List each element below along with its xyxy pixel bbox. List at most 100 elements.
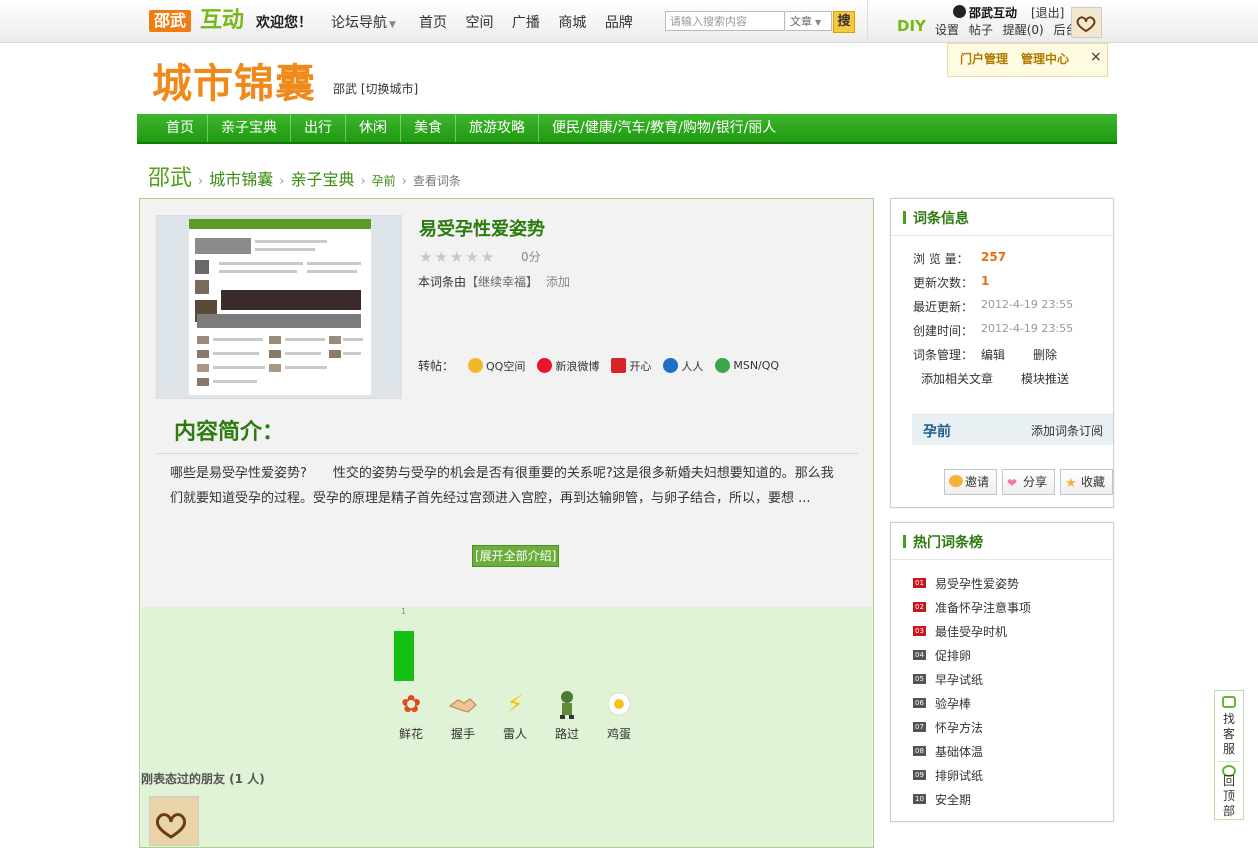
section-marker: [903, 535, 906, 548]
list-item[interactable]: 07 怀孕方法: [913, 715, 1031, 739]
chevron-down-icon: ▼: [389, 20, 396, 30]
edit-link[interactable]: 编辑: [981, 346, 1005, 363]
module-push-link[interactable]: 模块推送: [1021, 370, 1069, 387]
list-item[interactable]: 03 最佳受孕时机: [913, 619, 1031, 643]
entry-thumbnail[interactable]: [156, 215, 402, 399]
mood-flower[interactable]: ✿ 鲜花: [385, 689, 437, 742]
heart-icon: ❤: [1007, 476, 1018, 490]
share-qzone[interactable]: QQ空间: [468, 358, 525, 374]
reminders-link[interactable]: 提醒(0): [1003, 23, 1044, 37]
service-icon: [1222, 696, 1236, 708]
views-row: 浏 览 量： 257: [913, 250, 1007, 266]
mood-egg[interactable]: 鸡蛋: [593, 689, 645, 742]
diy-button[interactable]: DIY: [897, 17, 926, 35]
mood-shocking[interactable]: ⚡ 雷人: [489, 689, 541, 742]
list-item[interactable]: 10 安全期: [913, 787, 1031, 811]
posts-link[interactable]: 帖子: [969, 23, 993, 37]
username-link[interactable]: 邵武互动: [969, 4, 1017, 21]
mood-list: ✿ 鲜花 握手 ⚡ 雷人 路过 鸡蛋: [385, 689, 645, 742]
invite-button[interactable]: 邀请: [944, 469, 997, 495]
rating-stars[interactable]: ★★★★★: [419, 248, 496, 266]
back-to-top-button[interactable]: 回顶部: [1215, 774, 1243, 819]
main-nav-services[interactable]: 便民/健康/汽车/教育/购物/银行/丽人: [539, 114, 789, 142]
breadcrumb-parenting[interactable]: 亲子宝典: [290, 166, 354, 190]
top-nav-home[interactable]: 首页: [419, 15, 447, 31]
breadcrumb-tips[interactable]: 城市锦囊: [209, 166, 273, 190]
expand-intro-button[interactable]: [展开全部介绍]: [472, 545, 560, 567]
subscribe-link[interactable]: 添加词条订阅: [1031, 422, 1103, 439]
rank-badge: 05: [913, 674, 926, 684]
breadcrumb-separator-icon: ›: [198, 174, 204, 189]
breadcrumb-separator-icon: ›: [279, 174, 285, 189]
entry-title: 易受孕性爱姿势: [419, 219, 545, 240]
forum-nav-dropdown[interactable]: 论坛导航 ▼: [331, 12, 396, 32]
category-link[interactable]: 孕前: [923, 421, 951, 441]
list-item[interactable]: 05 早孕试纸: [913, 667, 1031, 691]
share-renren[interactable]: 人人: [663, 358, 703, 374]
share-msn[interactable]: MSN/QQ: [715, 358, 779, 373]
settings-link[interactable]: 设置: [935, 23, 959, 37]
search-type-select[interactable]: 文章 ▼: [786, 11, 832, 31]
visitor-avatar[interactable]: [149, 796, 199, 846]
delete-link[interactable]: 删除: [1033, 346, 1057, 363]
updates-count: 1: [981, 274, 990, 288]
main-nav-home[interactable]: 首页: [153, 114, 208, 142]
logout-link[interactable]: [退出]: [1031, 4, 1064, 21]
entry-creator: 本词条由【继续幸福】 添加: [418, 275, 571, 289]
add-article-link[interactable]: 添加相关文章: [921, 370, 993, 387]
city-switcher[interactable]: 邵武 [切换城市]: [333, 80, 418, 97]
rank-badge: 02: [913, 602, 926, 612]
search-input[interactable]: 请输入搜索内容: [665, 11, 785, 31]
list-item[interactable]: 02 准备怀孕注意事项: [913, 595, 1031, 619]
breadcrumb-pre-pregnancy[interactable]: 孕前: [372, 172, 396, 189]
flower-icon: ✿: [400, 690, 422, 718]
main-nav-tour-guide[interactable]: 旅游攻略: [456, 114, 539, 142]
share-weibo[interactable]: 新浪微博: [537, 358, 599, 374]
divider: [156, 453, 858, 454]
site-logo-brand[interactable]: 互动: [200, 6, 244, 36]
main-nav-food[interactable]: 美食: [401, 114, 456, 142]
share-kaixin[interactable]: 开心: [611, 358, 651, 374]
breadcrumb-city[interactable]: 邵武: [148, 160, 192, 192]
site-logo-city[interactable]: 邵武: [149, 10, 192, 32]
manage-row: 词条管理： 编辑 删除: [913, 348, 1058, 362]
customer-service-button[interactable]: 找客服: [1215, 712, 1243, 757]
brand-logo[interactable]: 城市锦囊: [152, 58, 316, 110]
top-nav-brand[interactable]: 品牌: [605, 15, 633, 31]
mood-handshake[interactable]: 握手: [437, 689, 489, 742]
favorite-button[interactable]: ★ 收藏: [1060, 469, 1113, 495]
top-nav-mall[interactable]: 商城: [558, 15, 586, 31]
handshake-icon: [448, 689, 478, 719]
avatar[interactable]: [1071, 7, 1102, 38]
search-button[interactable]: 搜: [833, 11, 855, 33]
rank-badge: 01: [913, 578, 926, 588]
floating-sidebar: 找客服 回顶部: [1214, 690, 1244, 820]
user-links: 设置 帖子 提醒(0) 后台: [935, 21, 1084, 38]
share-bar: 转帖： QQ空间 新浪微博 开心 人人 MSN/QQ: [418, 357, 791, 374]
main-nav-parenting[interactable]: 亲子宝典: [208, 114, 291, 142]
mood-count: 1: [401, 607, 407, 616]
share-button[interactable]: ❤ 分享: [1002, 469, 1055, 495]
main-nav-travel[interactable]: 出行: [291, 114, 346, 142]
list-item[interactable]: 04 促排卵: [913, 643, 1031, 667]
rank-badge: 07: [913, 722, 926, 732]
list-item[interactable]: 09 排卵试纸: [913, 763, 1031, 787]
rank-badge: 10: [913, 794, 926, 804]
top-nav-space[interactable]: 空间: [465, 15, 493, 31]
admin-center-link[interactable]: 管理中心: [1021, 50, 1069, 67]
qzone-icon: [468, 358, 484, 373]
creator-user-link[interactable]: 【继续幸福】: [466, 275, 538, 289]
top-nav-broadcast[interactable]: 广播: [512, 15, 540, 31]
main-nav-leisure[interactable]: 休闲: [346, 114, 401, 142]
portal-manage-link[interactable]: 门户管理: [960, 50, 1008, 67]
list-item[interactable]: 06 验孕棒: [913, 691, 1031, 715]
rank-badge: 08: [913, 746, 926, 756]
created-row: 创建时间： 2012-4-19 23:55: [913, 322, 1074, 338]
list-item[interactable]: 01 易受孕性爱姿势: [913, 571, 1031, 595]
close-icon[interactable]: ×: [1090, 49, 1102, 65]
mood-passing[interactable]: 路过: [541, 689, 593, 742]
list-item[interactable]: 08 基础体温: [913, 739, 1031, 763]
renren-icon: [663, 358, 679, 373]
intro-title: 内容简介：: [174, 419, 285, 445]
entry-info-box: 词条信息 浏 览 量： 257 更新次数： 1 最近更新： 2012-4-19 23:…: [890, 198, 1114, 508]
